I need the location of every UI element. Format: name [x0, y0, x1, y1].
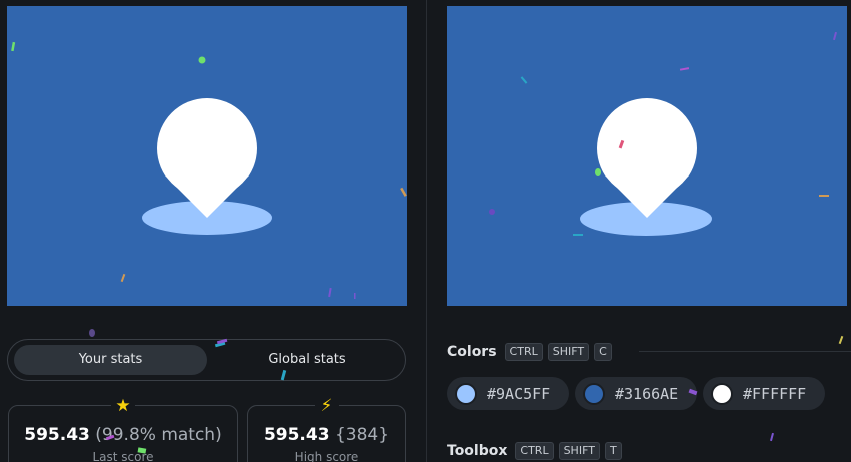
confetti — [198, 56, 206, 64]
confetti-layer — [89, 329, 287, 454]
confetti — [137, 447, 147, 454]
target-drawing — [489, 31, 838, 236]
confetti — [89, 329, 95, 337]
confetti — [573, 234, 583, 236]
confetti — [595, 168, 601, 176]
confetti-layer — [688, 335, 844, 442]
confetti — [819, 195, 829, 197]
output-canvas — [7, 6, 407, 306]
right-panel: Colors CTRL SHIFT C #9AC5FF #3166AE #FFF… — [427, 0, 851, 462]
pin-shape — [157, 98, 257, 218]
confetti — [280, 369, 287, 381]
output-drawing — [11, 41, 407, 299]
confetti — [769, 432, 775, 442]
confetti — [105, 434, 115, 441]
pin-shape — [597, 98, 697, 218]
left-panel: Your stats Global stats ★ 595.43 (99.8% … — [0, 0, 427, 462]
confetti — [489, 209, 495, 215]
confetti — [688, 388, 698, 396]
confetti — [520, 76, 528, 84]
confetti — [328, 287, 332, 298]
confetti — [679, 67, 690, 71]
target-canvas — [447, 6, 847, 306]
confetti — [354, 293, 356, 299]
confetti — [832, 31, 838, 41]
confetti — [838, 335, 844, 345]
confetti — [11, 41, 16, 52]
confetti — [400, 187, 407, 197]
confetti — [120, 273, 126, 283]
